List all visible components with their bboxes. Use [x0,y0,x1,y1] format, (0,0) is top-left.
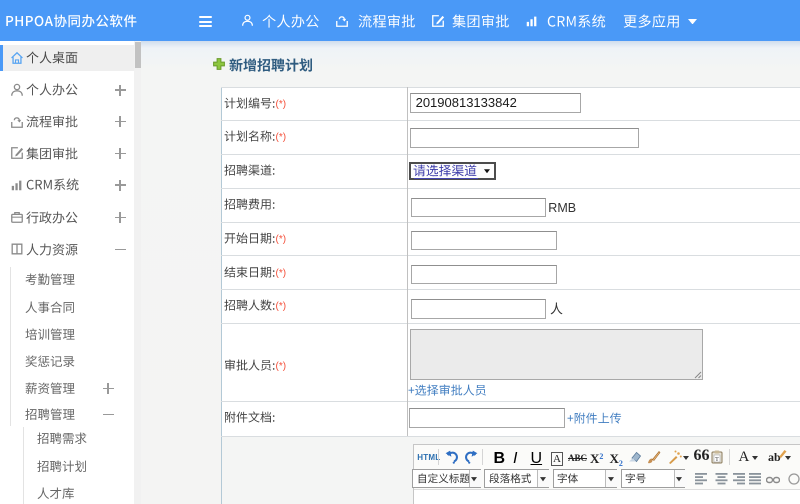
svg-text:T: T [715,457,719,463]
